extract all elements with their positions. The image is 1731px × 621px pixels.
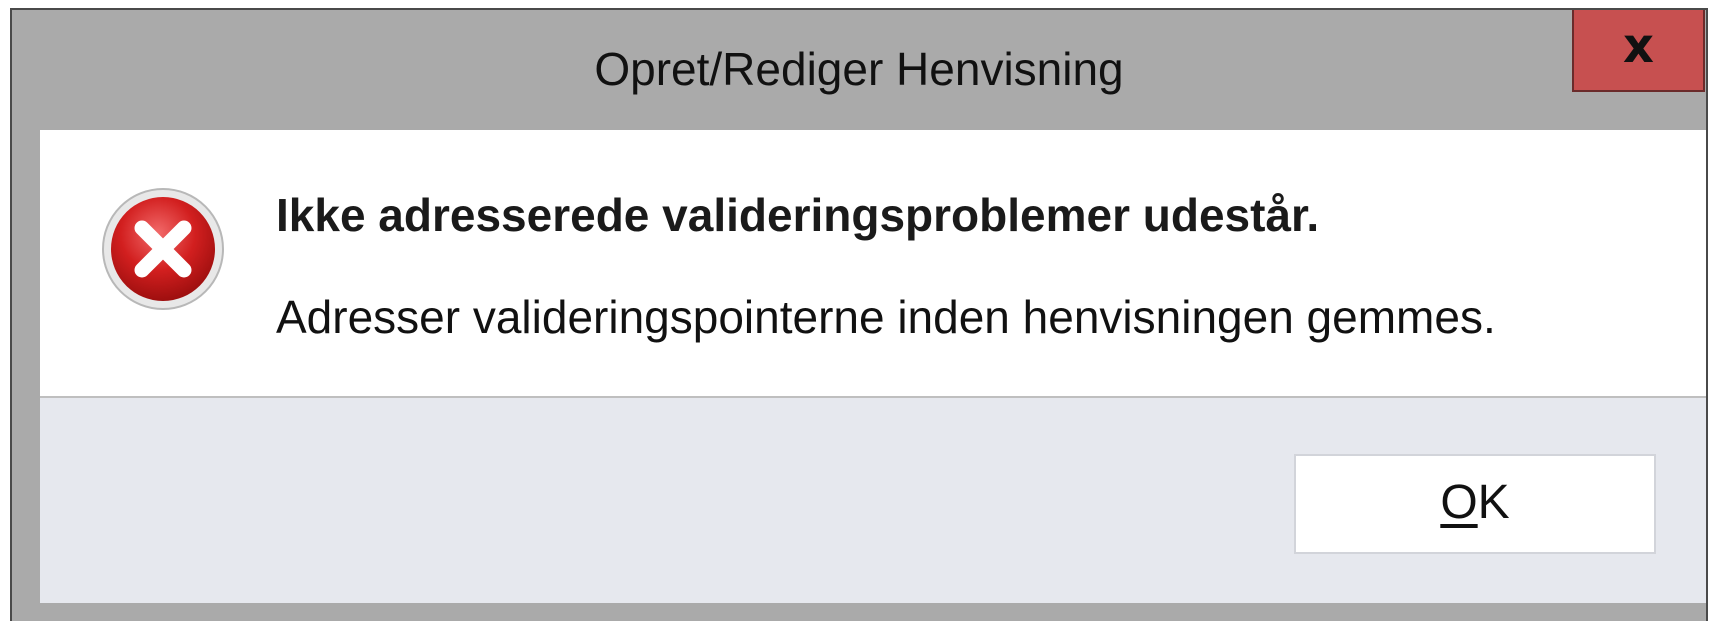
ok-label-rest: K — [1477, 476, 1510, 529]
ok-button[interactable]: OK — [1294, 454, 1656, 554]
ok-mnemonic: O — [1440, 476, 1478, 529]
message-detail: Adresser valideringspointerne inden henv… — [276, 291, 1496, 343]
error-icon — [102, 188, 224, 310]
window-title: Opret/Rediger Henvisning — [594, 43, 1124, 95]
close-icon: x — [1623, 18, 1654, 74]
title-bar[interactable]: Opret/Rediger Henvisning — [12, 10, 1706, 134]
message-panel: Ikke adresserede valideringsproblemer ud… — [40, 130, 1706, 398]
message-heading: Ikke adresserede valideringsproblemer ud… — [276, 189, 1320, 241]
dialog-window: Opret/Rediger Henvisning x Ikke adresser… — [10, 8, 1708, 621]
close-button[interactable]: x — [1572, 10, 1705, 92]
button-panel: OK — [40, 398, 1706, 603]
